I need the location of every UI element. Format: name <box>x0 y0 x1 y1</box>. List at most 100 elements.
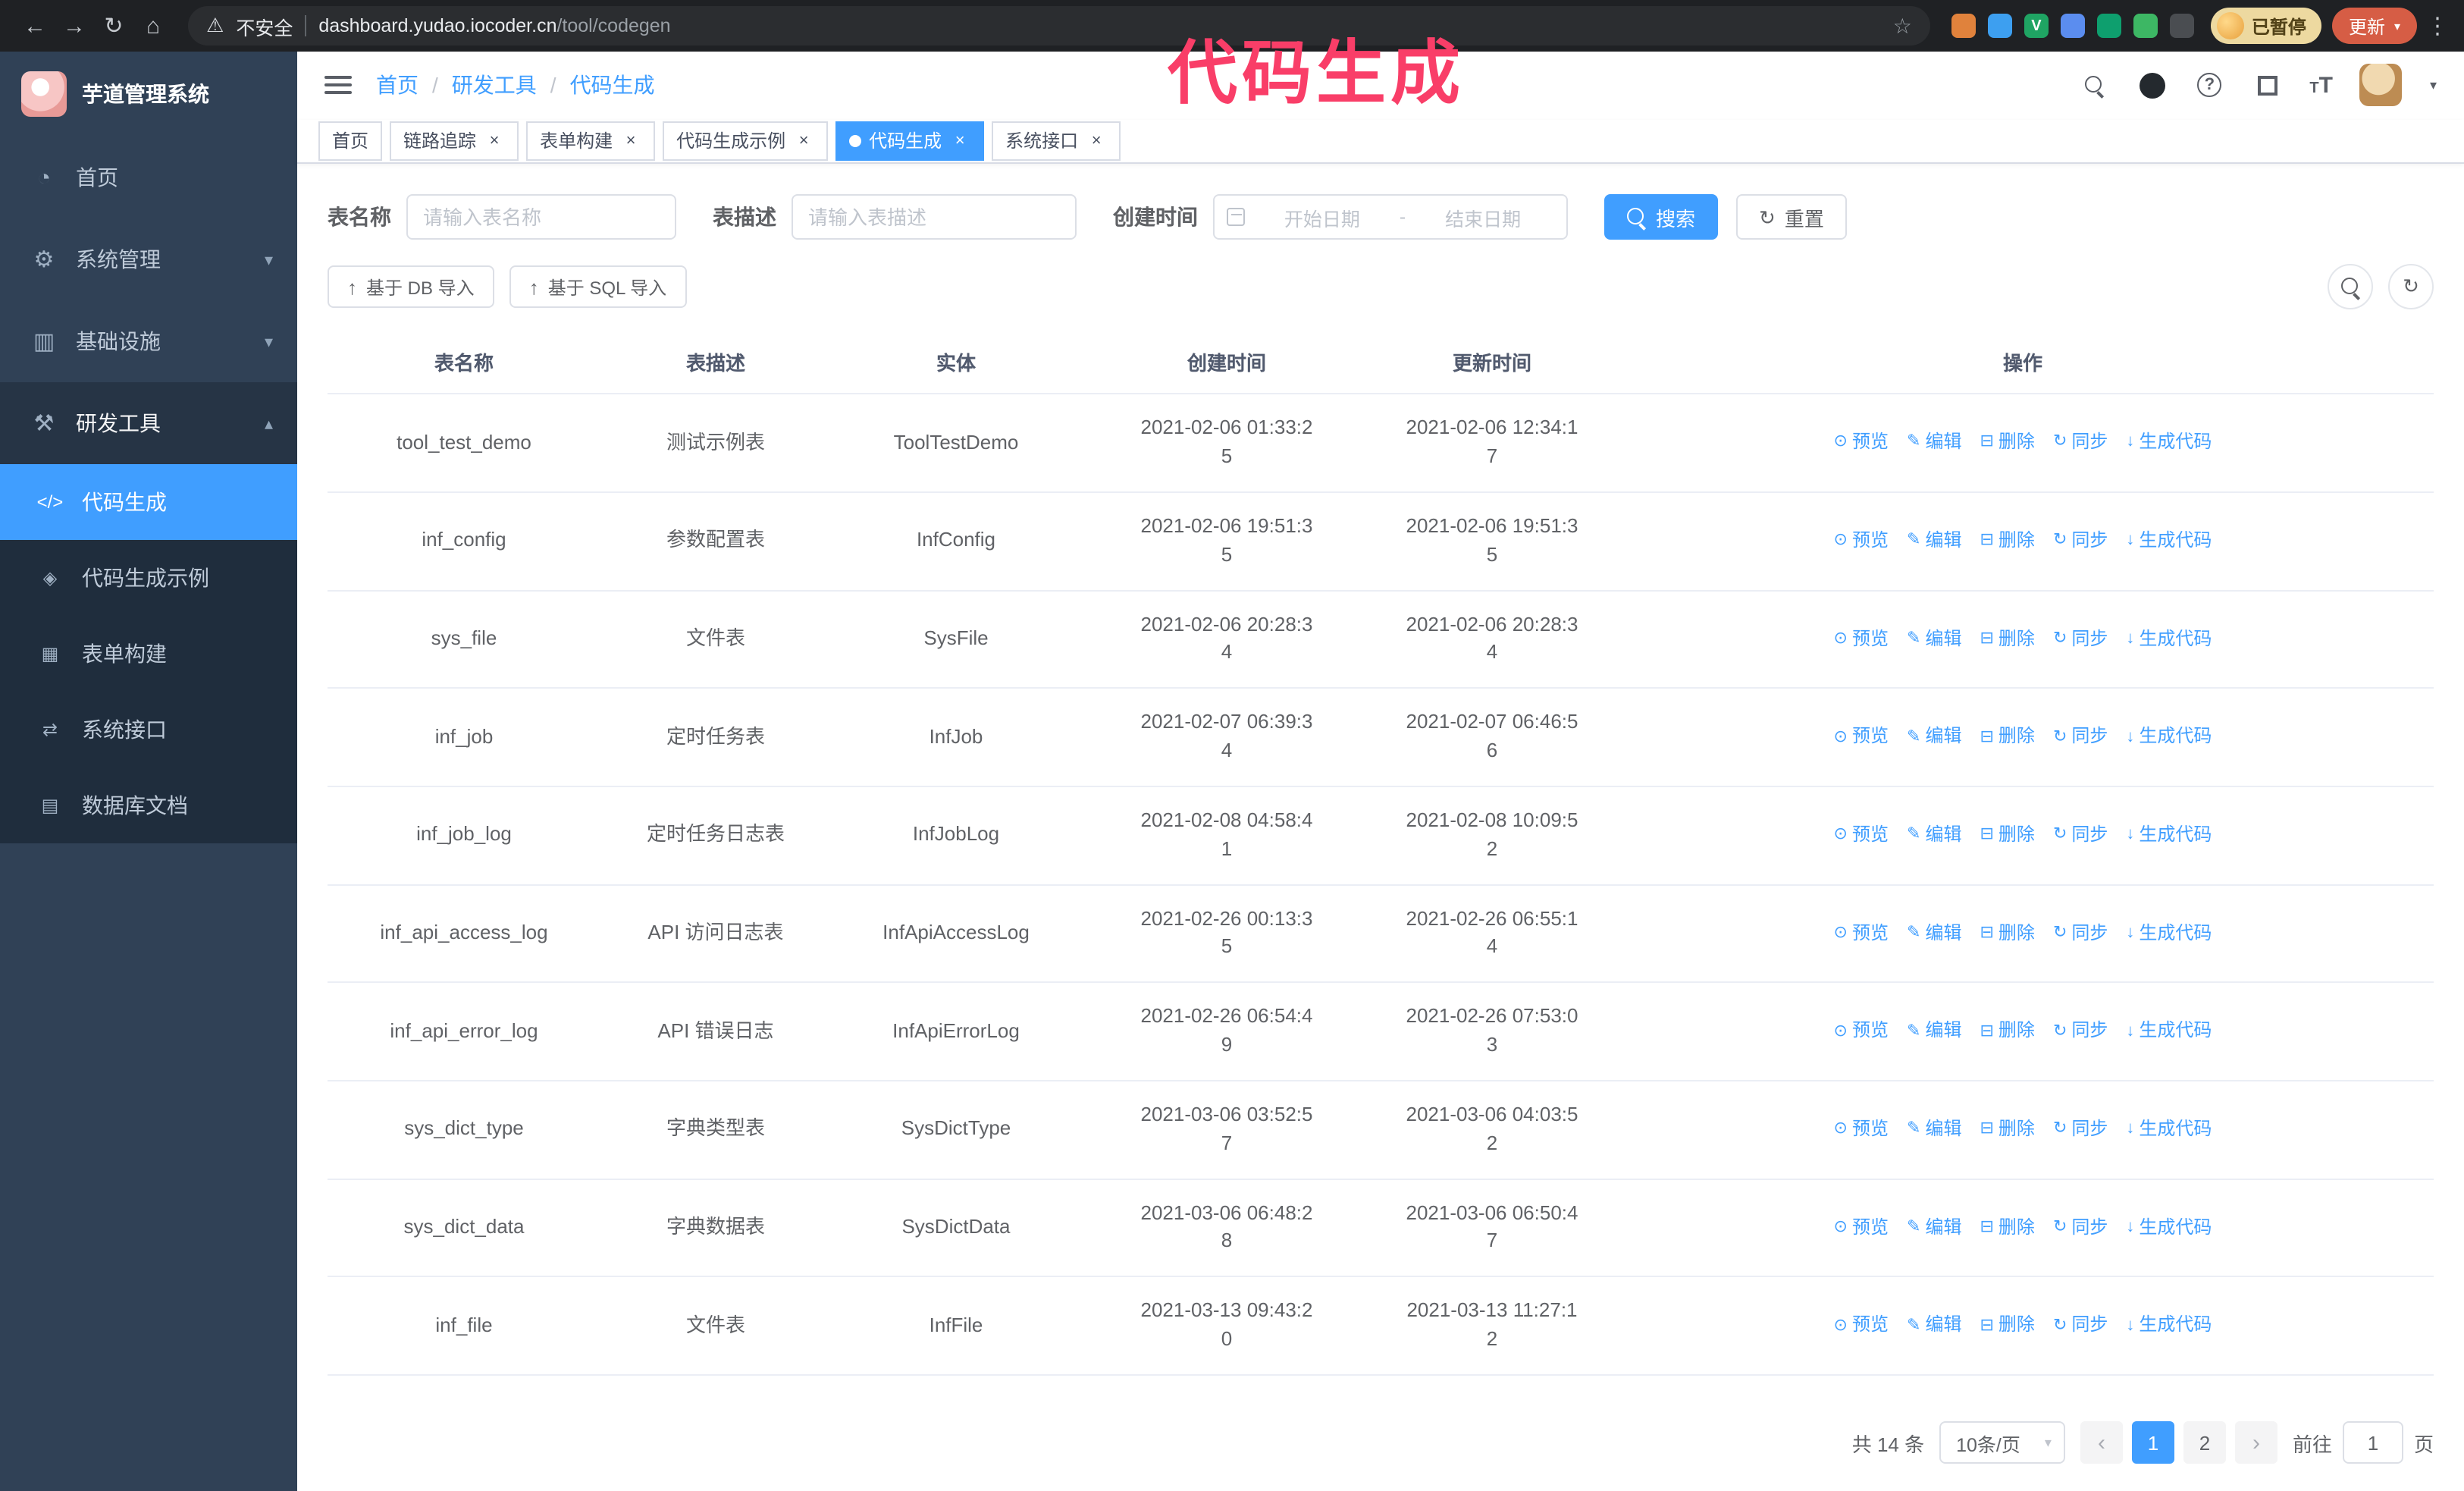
tab[interactable]: 代码生成示例 × <box>663 121 829 161</box>
sync-link[interactable]: ↻ 同步 <box>2053 430 2108 457</box>
extension-icon[interactable] <box>1987 14 2012 38</box>
preview-link[interactable]: ⊙ 预览 <box>1834 1116 1889 1143</box>
table-desc-input[interactable] <box>792 194 1077 240</box>
table-row[interactable]: inf_config 参数配置表 InfConfig 2021-02-06 19… <box>328 491 2434 591</box>
bookmark-star-icon[interactable]: ☆ <box>1893 13 1912 39</box>
font-size-icon[interactable]: TT <box>2309 74 2333 97</box>
table-row[interactable]: inf_api_access_log API 访问日志表 InfApiAcces… <box>328 884 2434 984</box>
sidebar-toggle-icon[interactable] <box>324 76 352 95</box>
sidebar-menu-item[interactable]: ⚒ 研发工具 ▴ <box>0 382 297 464</box>
sync-link[interactable]: ↻ 同步 <box>2053 822 2108 849</box>
table-row[interactable]: sys_dict_data 字典数据表 SysDictData 2021-03-… <box>328 1179 2434 1278</box>
extension-icon[interactable] <box>2169 14 2194 38</box>
sync-link[interactable]: ↻ 同步 <box>2053 724 2108 751</box>
delete-link[interactable]: ⊟ 删除 <box>1980 528 2034 554</box>
delete-link[interactable]: ⊟ 删除 <box>1980 626 2034 652</box>
table-row[interactable]: inf_file 文件表 InfFile 2021-03-13 09:43:20… <box>328 1276 2434 1376</box>
generate-code-link[interactable]: ↓ 生成代码 <box>2126 528 2212 554</box>
edit-link[interactable]: ✎ 编辑 <box>1907 1313 1961 1339</box>
sync-link[interactable]: ↻ 同步 <box>2053 528 2108 554</box>
tab-close-icon[interactable]: × <box>484 130 505 152</box>
table-row[interactable]: inf_api_error_log API 错误日志 InfApiErrorLo… <box>328 982 2434 1081</box>
date-range-picker[interactable]: 开始日期 - 结束日期 <box>1213 194 1568 240</box>
tab[interactable]: 代码生成 × <box>835 121 985 161</box>
help-icon[interactable]: ? <box>2194 71 2224 101</box>
profile-chip[interactable]: 已暂停 <box>2210 8 2321 44</box>
search-icon[interactable] <box>2079 71 2109 101</box>
preview-link[interactable]: ⊙ 预览 <box>1834 626 1889 652</box>
edit-link[interactable]: ✎ 编辑 <box>1907 724 1961 751</box>
sync-link[interactable]: ↻ 同步 <box>2053 626 2108 652</box>
edit-link[interactable]: ✎ 编辑 <box>1907 822 1961 849</box>
table-name-input[interactable] <box>406 194 676 240</box>
delete-link[interactable]: ⊟ 删除 <box>1980 430 2034 457</box>
delete-link[interactable]: ⊟ 删除 <box>1980 1215 2034 1241</box>
preview-link[interactable]: ⊙ 预览 <box>1834 920 1889 946</box>
extension-icon[interactable] <box>1951 14 1976 38</box>
preview-link[interactable]: ⊙ 预览 <box>1834 724 1889 751</box>
preview-link[interactable]: ⊙ 预览 <box>1834 1313 1889 1339</box>
tab[interactable]: 链路追踪 × <box>390 121 519 161</box>
forward-button[interactable]: → <box>55 6 94 46</box>
tab-close-icon[interactable]: × <box>1086 130 1107 152</box>
sidebar-submenu-item[interactable]: ▦ 表单构建 <box>0 616 297 692</box>
avatar-caret-icon[interactable]: ▾ <box>2430 77 2437 94</box>
prev-page-button[interactable]: ‹ <box>2080 1421 2123 1464</box>
logo[interactable]: 芋道管理系统 <box>0 52 297 137</box>
github-icon[interactable] <box>2136 71 2167 101</box>
column-header[interactable]: 操作 <box>1612 331 2434 395</box>
breadcrumb-item[interactable]: 研发工具 <box>452 71 537 101</box>
sidebar-submenu-item[interactable]: ⇄ 系统接口 <box>0 692 297 767</box>
delete-link[interactable]: ⊟ 删除 <box>1980 724 2034 751</box>
tab-close-icon[interactable]: × <box>793 130 814 152</box>
table-row[interactable]: tool_test_demo 测试示例表 ToolTestDemo 2021-0… <box>328 394 2434 493</box>
toggle-search-button[interactable] <box>2328 264 2373 310</box>
delete-link[interactable]: ⊟ 删除 <box>1980 1313 2034 1339</box>
search-button[interactable]: 搜索 <box>1604 194 1719 240</box>
column-header[interactable]: 表描述 <box>600 331 831 395</box>
edit-link[interactable]: ✎ 编辑 <box>1907 1215 1961 1241</box>
column-header[interactable]: 表名称 <box>328 331 600 395</box>
sidebar-submenu-item[interactable]: </> 代码生成 <box>0 464 297 540</box>
tab[interactable]: 首页 <box>318 121 383 161</box>
generate-code-link[interactable]: ↓ 生成代码 <box>2126 1019 2212 1045</box>
sidebar-submenu-item[interactable]: ◈ 代码生成示例 <box>0 540 297 616</box>
page-number-button[interactable]: 1 <box>2131 1421 2174 1464</box>
delete-link[interactable]: ⊟ 删除 <box>1980 920 2034 946</box>
edit-link[interactable]: ✎ 编辑 <box>1907 1116 1961 1143</box>
back-button[interactable]: ← <box>15 6 55 46</box>
reload-button[interactable]: ↻ <box>94 6 133 46</box>
goto-page-input[interactable] <box>2342 1421 2403 1464</box>
column-header[interactable]: 实体 <box>831 331 1081 395</box>
extension-icon[interactable] <box>2060 14 2085 38</box>
delete-link[interactable]: ⊟ 删除 <box>1980 822 2034 849</box>
fullscreen-icon[interactable] <box>2252 71 2282 101</box>
delete-link[interactable]: ⊟ 删除 <box>1980 1019 2034 1045</box>
sidebar-menu-item[interactable]: ◔ 首页 <box>0 137 297 218</box>
table-row[interactable]: sys_dict_type 字典类型表 SysDictType 2021-03-… <box>328 1080 2434 1180</box>
generate-code-link[interactable]: ↓ 生成代码 <box>2126 626 2212 652</box>
sidebar-menu-item[interactable]: ▥ 基础设施 ▾ <box>0 300 297 382</box>
preview-link[interactable]: ⊙ 预览 <box>1834 528 1889 554</box>
table-row[interactable]: inf_job_log 定时任务日志表 InfJobLog 2021-02-08… <box>328 786 2434 886</box>
edit-link[interactable]: ✎ 编辑 <box>1907 920 1961 946</box>
generate-code-link[interactable]: ↓ 生成代码 <box>2126 1116 2212 1143</box>
edit-link[interactable]: ✎ 编辑 <box>1907 1019 1961 1045</box>
sync-link[interactable]: ↻ 同步 <box>2053 1215 2108 1241</box>
extension-icon[interactable]: V <box>2024 14 2049 38</box>
breadcrumb-item[interactable]: 代码生成 <box>570 71 655 101</box>
table-row[interactable]: sys_file 文件表 SysFile 2021-02-06 20:28:34… <box>328 590 2434 689</box>
sidebar-submenu-item[interactable]: ▤ 数据库文档 <box>0 767 297 843</box>
tab[interactable]: 系统接口 × <box>992 121 1121 161</box>
extension-icon[interactable] <box>2133 14 2158 38</box>
refresh-button[interactable]: ↻ <box>2388 264 2434 310</box>
column-header[interactable]: 创建时间 <box>1081 331 1372 395</box>
delete-link[interactable]: ⊟ 删除 <box>1980 1116 2034 1143</box>
preview-link[interactable]: ⊙ 预览 <box>1834 430 1889 457</box>
sync-link[interactable]: ↻ 同步 <box>2053 1019 2108 1045</box>
import-sql-button[interactable]: ↑ 基于 SQL 导入 <box>509 265 687 309</box>
tab[interactable]: 表单构建 × <box>526 121 656 161</box>
column-header[interactable]: 更新时间 <box>1372 331 1612 395</box>
edit-link[interactable]: ✎ 编辑 <box>1907 528 1961 554</box>
generate-code-link[interactable]: ↓ 生成代码 <box>2126 1215 2212 1241</box>
